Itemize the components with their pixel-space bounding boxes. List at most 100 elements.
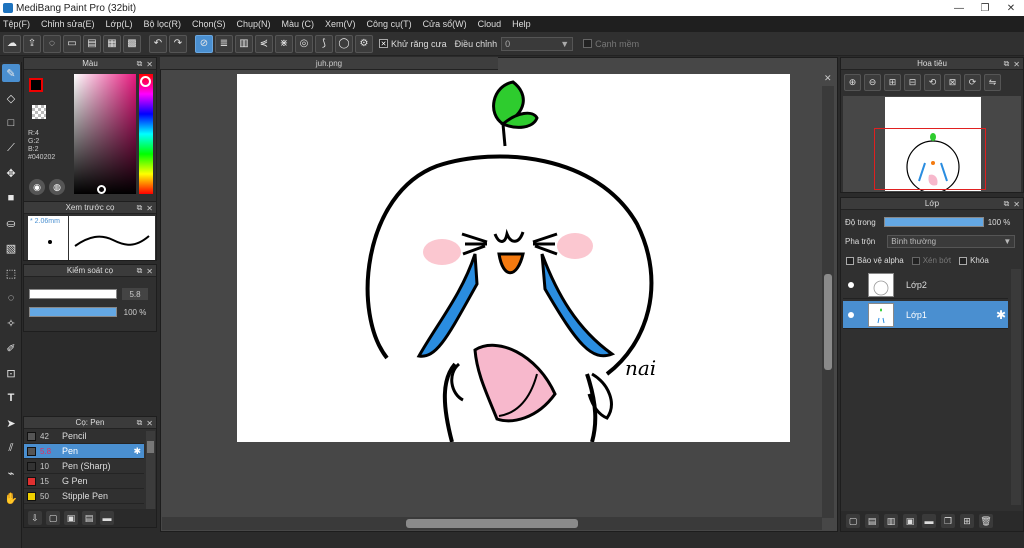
menu-view[interactable]: Xem(V) [325,19,356,29]
blend-mode-select[interactable]: Bình thường ▼ [887,234,1016,248]
canvas-paper[interactable]: nai [237,74,790,442]
snap-off-icon[interactable]: ⊘ [195,34,213,53]
correction-select[interactable]: 0 ▼ [501,36,574,51]
close-icon[interactable]: ✕ [146,267,153,276]
brush-size-value[interactable]: 5.8 [122,288,148,300]
select-pen-tool-icon[interactable]: ✐ [2,339,20,357]
rotate-left-icon[interactable]: ⟲ [924,73,941,91]
close-icon[interactable]: ✕ [1013,200,1020,209]
gradient-tool-icon[interactable]: ▧ [2,239,20,257]
color-history-icon[interactable]: ◍ [49,179,65,195]
saturation-value-field[interactable] [74,74,136,194]
move-tool-icon[interactable]: ✥ [2,164,20,182]
magic-wand-tool-icon[interactable]: ✧ [2,314,20,332]
menu-filter[interactable]: Bộ lọc(R) [143,19,181,29]
visibility-icon[interactable] [848,281,854,288]
snap-settings-icon[interactable]: ⚙ [355,34,373,53]
gear-icon[interactable]: ✱ [996,308,1006,322]
brush-row[interactable]: 5.8 Pen ✱ [24,444,144,459]
menu-color[interactable]: Màu (C) [282,19,315,29]
layer-opacity-slider[interactable] [883,217,984,227]
undock-icon[interactable]: ⧉ [1004,59,1010,69]
canvas-vertical-scrollbar[interactable] [822,86,834,518]
navigator-view-frame[interactable] [874,128,986,190]
menu-snap[interactable]: Chụp(N) [237,19,271,29]
undock-icon[interactable]: ⧉ [137,203,143,213]
lock-checkbox[interactable]: Khóa [959,256,989,265]
rectangle-tool-icon[interactable]: □ [2,114,20,132]
hue-cursor[interactable] [140,76,151,87]
actual-size-icon[interactable]: ⊟ [904,73,921,91]
text-tool-icon[interactable]: T [2,389,20,407]
hue-slider[interactable] [139,74,153,194]
close-icon[interactable]: ✕ [146,204,153,213]
menu-help[interactable]: Help [512,19,531,29]
brush-row[interactable]: 10 Pen (Sharp) [24,459,144,474]
snap-parallel-icon[interactable]: ≣ [215,34,233,53]
folder-icon[interactable]: ▬ [100,511,114,525]
sv-cursor[interactable] [97,185,106,194]
layer-row-1[interactable]: Lớp1 ✱ [843,301,1008,329]
brush-menu-icon[interactable]: ▣ [64,511,78,525]
new-brush-icon[interactable]: ▢ [46,511,60,525]
menu-file[interactable]: Tệp(F) [3,19,30,29]
merge-down-icon[interactable]: ⊞ [960,514,974,528]
eraser-tool-icon[interactable]: ◇ [2,89,20,107]
scroll-thumb[interactable] [824,274,832,370]
new-halftone-layer-icon[interactable]: ▤ [865,514,879,528]
minimize-button[interactable]: — [946,0,972,16]
divide-tool-icon[interactable]: ⫽ [2,439,20,457]
delete-layer-icon[interactable]: 🗑 [979,514,993,528]
close-icon[interactable]: ✕ [146,60,153,69]
layer-list-scrollbar[interactable] [1011,269,1021,505]
menu-tools[interactable]: Công cụ(T) [367,19,412,29]
flip-icon[interactable]: ⇋ [984,73,1001,91]
zoom-out-icon[interactable]: ⊖ [864,73,881,91]
page-icon[interactable]: ▤ [83,34,101,53]
duplicate-layer-icon[interactable]: ❐ [941,514,955,528]
visibility-icon[interactable] [848,311,854,318]
dot-tool-icon[interactable]: ⟋ [2,139,20,157]
undock-icon[interactable]: ⧉ [137,59,143,69]
foreground-color-swatch[interactable] [29,78,43,92]
page-grid-icon[interactable]: ▩ [123,34,141,53]
gear-icon[interactable]: ✱ [133,446,141,457]
snap-radial-icon[interactable]: ⋞ [255,34,273,53]
undo-icon[interactable]: ↶ [149,34,167,53]
brush-row[interactable]: 42 Pencil [24,429,144,444]
zoom-in-icon[interactable]: ⊕ [844,73,861,91]
comment-icon[interactable]: ◌ [43,34,61,53]
menu-edit[interactable]: Chỉnh sửa(E) [41,19,95,29]
palette-icon[interactable]: ◉ [29,179,45,195]
brush-list-scrollbar[interactable] [146,431,155,511]
layer-row-2[interactable]: Lớp2 [843,271,1008,299]
canvas-close-icon[interactable]: ✕ [824,73,832,84]
fill-rect-tool-icon[interactable]: ■ [2,189,20,207]
undock-icon[interactable]: ⧉ [137,418,143,428]
undock-icon[interactable]: ⧉ [1004,199,1010,209]
transparent-color-swatch[interactable] [32,105,46,119]
snap-curve-icon[interactable]: ⟆ [315,34,333,53]
page-list-icon[interactable]: ▦ [103,34,121,53]
rotate-right-icon[interactable]: ⟳ [964,73,981,91]
cloud-icon[interactable]: ☁ [3,34,21,53]
snap-focus-icon[interactable]: ⋇ [275,34,293,53]
scroll-thumb[interactable] [147,441,154,453]
snap-circle-icon[interactable]: ◎ [295,34,313,53]
fit-icon[interactable]: ⊞ [884,73,901,91]
new-folder-icon[interactable]: ▬ [922,514,936,528]
brush-row[interactable]: 15 G Pen [24,474,144,489]
hand-tool-icon[interactable]: ✋ [2,489,20,507]
clipping-checkbox[interactable]: Xén bớt [911,256,951,265]
select-rect-tool-icon[interactable]: ⬚ [2,264,20,282]
cloud-download-icon[interactable]: ⇩ [28,511,42,525]
menu-select[interactable]: Chọn(S) [192,19,226,29]
new-8bit-layer-icon[interactable]: ▥ [884,514,898,528]
menu-cloud[interactable]: Cloud [478,19,502,29]
new-layer-icon[interactable]: ▢ [846,514,860,528]
scroll-thumb[interactable] [406,519,578,528]
close-button[interactable]: ✕ [998,0,1024,16]
bucket-tool-icon[interactable]: ⛀ [2,214,20,232]
protect-alpha-checkbox[interactable]: Bảo vệ alpha [846,256,904,265]
document-tab[interactable]: juh.png [160,57,498,70]
